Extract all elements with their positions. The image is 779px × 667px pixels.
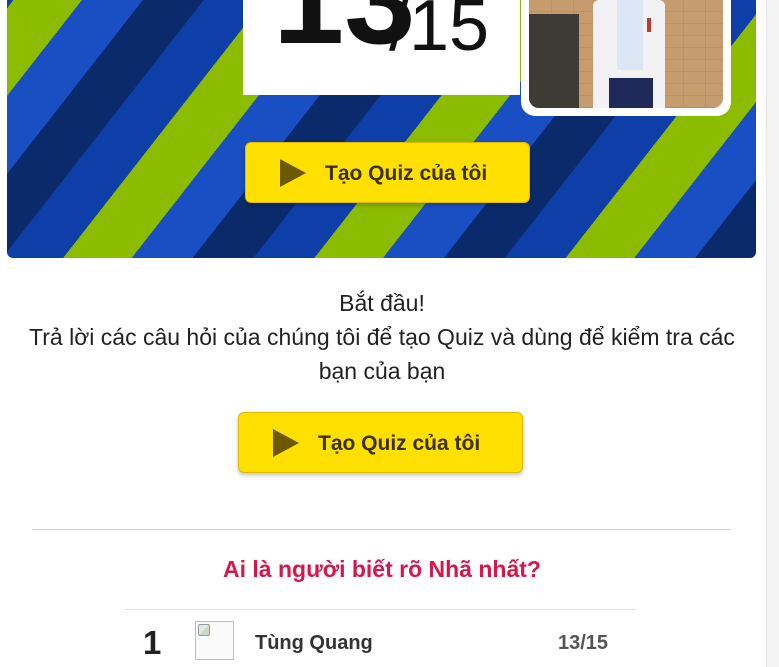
result-banner: 13 /15 Tạo Quiz của tôi [7,0,756,258]
section-divider [32,529,731,530]
leaderboard-rank: 1 [143,624,162,661]
leaderboard-score: 13/15 [558,632,609,654]
photo-person-shirt [617,0,643,70]
profile-photo-frame [521,0,731,116]
leaderboard-row[interactable]: 1 Tùng Quang 13/15 [126,610,636,667]
leaderboard-title: Ai là người biết rõ Nhã nhất? [223,556,541,582]
create-quiz-button-hero[interactable]: Tạo Quiz của tôi [245,142,530,203]
play-icon [280,159,306,187]
photo-door [529,14,579,108]
score-card: 13 /15 [243,0,520,95]
score-total: /15 [389,0,490,66]
intro-text: Bắt đầu! Trả lời các câu hỏi của chúng t… [0,286,764,388]
create-quiz-label: Tạo Quiz của tôi [325,162,488,185]
broken-image-icon [198,624,210,636]
photo-badge [647,18,651,32]
scrollbar[interactable] [766,0,779,667]
play-icon [273,429,299,457]
intro-heading: Bắt đầu! [339,290,425,316]
leaderboard-name: Tùng Quang [255,632,373,654]
create-quiz-button[interactable]: Tạo Quiz của tôi [238,412,523,473]
create-quiz-label: Tạo Quiz của tôi [318,432,481,455]
avatar [195,621,234,660]
profile-photo [529,0,723,108]
photo-person-skirt [609,78,653,108]
intro-description: Trả lời các câu hỏi của chúng tôi để tạo… [29,324,735,384]
